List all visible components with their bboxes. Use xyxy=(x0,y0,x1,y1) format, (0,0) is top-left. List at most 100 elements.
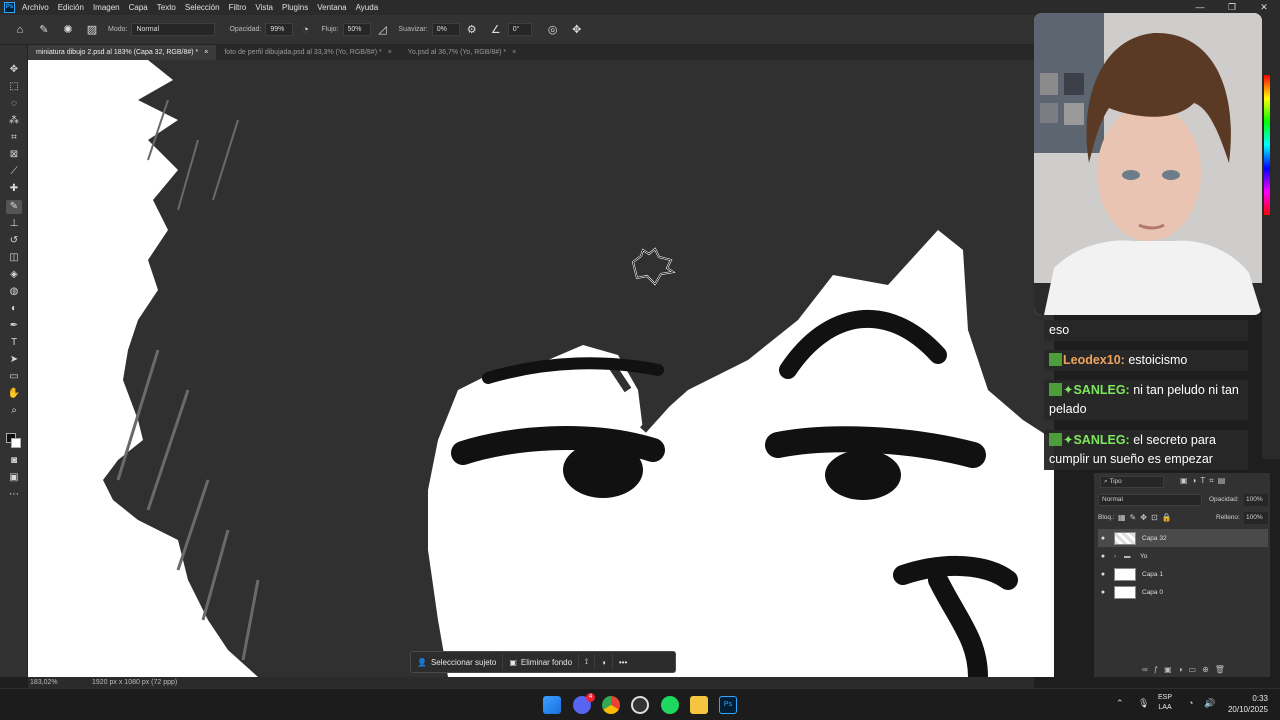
menu-plugins[interactable]: Plugins xyxy=(282,3,308,12)
menu-vista[interactable]: Vista xyxy=(255,3,273,12)
eye-icon[interactable]: ● xyxy=(1098,535,1108,542)
lasso-tool-icon[interactable]: ◌ xyxy=(6,97,22,111)
system-clock[interactable]: 0:33 20/10/2025 xyxy=(1228,693,1268,715)
hue-slider[interactable] xyxy=(1264,75,1270,215)
marquee-tool-icon[interactable]: ⬚ xyxy=(6,80,22,94)
tab-yo[interactable]: Yo.psd al 36,7% (Yo, RGB/8#) * × xyxy=(400,45,524,60)
dodge-tool-icon[interactable]: ◐ xyxy=(6,302,22,316)
gear-icon[interactable]: ⚙ xyxy=(465,23,479,37)
rectangle-tool-icon[interactable]: ▭ xyxy=(6,370,22,384)
tools-panel: ✥ ⬚ ◌ ⁂ ⌗ ⊠ ⟋ ✚ ✎ ⊥ ↺ ◫ ◈ ◍ ◐ ✒ T ➤ ▭ ✋ … xyxy=(0,45,28,677)
layer-actions-icons[interactable]: ∞ƒ▣◑▭⊕🗑 xyxy=(1142,665,1231,674)
zoom-tool-icon[interactable]: ⌕ xyxy=(6,404,22,418)
menu-filtro[interactable]: Filtro xyxy=(229,3,247,12)
microphone-icon[interactable]: 🎙 xyxy=(1138,698,1149,709)
bucket-tool-icon[interactable]: ◈ xyxy=(6,268,22,282)
screen-mode-icon[interactable]: ▣ xyxy=(6,471,22,485)
file-explorer-icon[interactable] xyxy=(690,696,708,714)
language-indicator[interactable]: ESP LAA xyxy=(1158,693,1172,713)
magic-wand-icon[interactable]: ⁂ xyxy=(6,114,22,128)
layer-name: Capa 0 xyxy=(1142,588,1163,596)
menu-edicion[interactable]: Edición xyxy=(58,3,84,12)
transform-icon[interactable]: ⟟ xyxy=(579,654,596,670)
layer-filter-select[interactable]: ⌕ Tipo xyxy=(1100,476,1164,488)
canvas[interactable] xyxy=(28,60,1054,677)
close-icon[interactable]: × xyxy=(204,49,208,56)
layer-name: Capa 1 xyxy=(1142,570,1163,578)
photoshop-taskbar-icon[interactable]: Ps xyxy=(719,696,737,714)
remove-background-button[interactable]: ▣ Eliminar fondo xyxy=(503,654,580,670)
layer-row[interactable]: ● Capa 0 xyxy=(1098,583,1268,601)
flow-field[interactable]: 50% xyxy=(342,23,371,36)
menu-imagen[interactable]: Imagen xyxy=(93,3,120,12)
close-icon[interactable]: × xyxy=(388,49,392,56)
move-tool-icon[interactable]: ✥ xyxy=(6,63,22,77)
home-icon[interactable]: ⌂ xyxy=(13,23,27,37)
eyedropper-icon[interactable]: ⟋ xyxy=(6,165,22,179)
eye-icon[interactable]: ● xyxy=(1098,589,1108,596)
eye-icon[interactable]: ● xyxy=(1098,571,1108,578)
layer-filter-icons[interactable]: ▣◑T⌗▤ xyxy=(1180,476,1229,486)
hand-tool-icon[interactable]: ✋ xyxy=(6,387,22,401)
document-size: 1920 px x 1080 px (72 ppp) xyxy=(92,679,178,686)
blend-mode-select[interactable]: Normal xyxy=(1098,494,1202,506)
layer-opacity-field[interactable]: 100% xyxy=(1244,494,1268,506)
chevron-up-icon[interactable]: ⌃ xyxy=(1116,698,1124,709)
brush-preset-icon[interactable]: ✺ xyxy=(61,23,75,37)
quick-mask-icon[interactable]: ◙ xyxy=(6,454,22,468)
windows-start-icon[interactable] xyxy=(543,696,561,714)
layer-row[interactable]: ● Capa 1 xyxy=(1098,565,1268,583)
close-icon[interactable]: × xyxy=(512,49,516,56)
blur-tool-icon[interactable]: ◍ xyxy=(6,285,22,299)
chrome-icon[interactable] xyxy=(602,696,620,714)
mode-select[interactable]: Normal xyxy=(131,23,216,36)
crop-tool-icon[interactable]: ⌗ xyxy=(6,131,22,145)
more-options-icon[interactable]: ••• xyxy=(613,654,633,670)
tab-miniatura[interactable]: miniatura dibujo 2.psd al 183% (Capa 32,… xyxy=(28,45,217,60)
eye-icon[interactable]: ● xyxy=(1098,553,1108,560)
pressure-size-icon[interactable]: ◎ xyxy=(546,23,560,37)
brush-tool-icon[interactable]: ✎ xyxy=(6,200,22,214)
menu-seleccion[interactable]: Selección xyxy=(185,3,220,12)
chevron-right-icon[interactable]: › xyxy=(1114,553,1124,560)
fill-field[interactable]: 100% xyxy=(1244,512,1268,524)
frame-tool-icon[interactable]: ⊠ xyxy=(6,148,22,162)
volume-icon[interactable]: 🔊 xyxy=(1204,698,1215,709)
type-tool-icon[interactable]: T xyxy=(6,336,22,350)
symmetry-icon[interactable]: ✥ xyxy=(570,23,584,37)
layer-name: Capa 32 xyxy=(1142,534,1167,542)
healing-brush-icon[interactable]: ✚ xyxy=(6,182,22,196)
network-icon[interactable]: ◔ xyxy=(1188,698,1193,708)
smoothing-field[interactable]: 0% xyxy=(431,23,460,36)
zoom-level[interactable]: 183,02% xyxy=(30,677,58,688)
menu-ayuda[interactable]: Ayuda xyxy=(356,3,379,12)
photoshop-icon: Ps xyxy=(4,2,15,13)
history-brush-icon[interactable]: ↺ xyxy=(6,234,22,248)
layer-row[interactable]: ● › ▬ Yo xyxy=(1098,547,1268,565)
menu-capa[interactable]: Capa xyxy=(129,3,148,12)
menu-archivo[interactable]: Archivo xyxy=(22,3,49,12)
spotify-icon[interactable] xyxy=(661,696,679,714)
pen-tool-icon[interactable]: ✒ xyxy=(6,319,22,333)
adjust-icon[interactable]: ◑ xyxy=(595,654,613,670)
obs-icon[interactable] xyxy=(631,696,649,714)
opacity-field[interactable]: 99% xyxy=(265,23,294,36)
menu-ventana[interactable]: Ventana xyxy=(317,3,346,12)
angle-field[interactable]: 0° xyxy=(507,23,532,36)
color-swatches-icon[interactable] xyxy=(6,429,22,451)
brush-settings-icon[interactable]: ▨ xyxy=(85,23,99,37)
more-tools-icon[interactable]: ⋯ xyxy=(6,488,22,502)
menu-texto[interactable]: Texto xyxy=(157,3,176,12)
stamp-tool-icon[interactable]: ⊥ xyxy=(6,217,22,231)
eraser-tool-icon[interactable]: ◫ xyxy=(6,251,22,265)
path-select-icon[interactable]: ➤ xyxy=(6,353,22,367)
lock-icons[interactable]: ▦✎✥⊡🔒 xyxy=(1118,513,1176,522)
opacity-label: Opacidad: xyxy=(229,26,262,33)
tab-foto-perfil[interactable]: foto de perfil dibujada.psd al 33,3% (Yo… xyxy=(216,45,399,60)
airbrush-icon[interactable]: ◿ xyxy=(376,23,390,37)
layer-row[interactable]: ● Capa 32 xyxy=(1098,529,1268,547)
pressure-opacity-icon[interactable]: ◔ xyxy=(298,23,312,37)
select-subject-button[interactable]: 👤 Seleccionar sujeto xyxy=(411,654,504,670)
discord-icon[interactable]: 4 xyxy=(573,693,595,714)
brush-tool-icon[interactable]: ✎ xyxy=(37,23,51,37)
